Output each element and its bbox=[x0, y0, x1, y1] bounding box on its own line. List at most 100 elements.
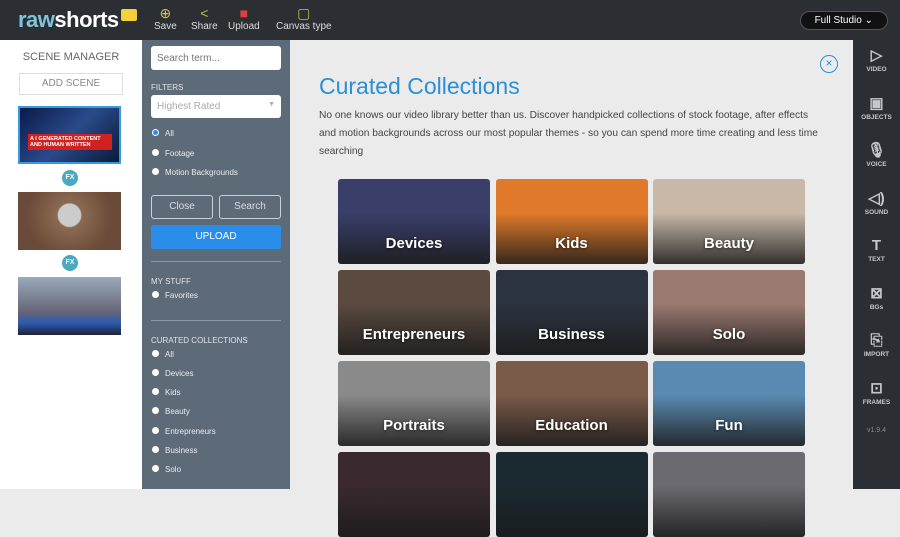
collection-tile[interactable]: Devices bbox=[338, 179, 490, 264]
tool-video[interactable]: ▷ VIDEO bbox=[853, 46, 900, 73]
radio-curated-beauty[interactable]: Beauty bbox=[152, 407, 190, 416]
studio-label: Full Studio bbox=[814, 15, 862, 26]
top-bar: rawshorts ⊕ Save < Share ■ Upload ▢ Canvas t… bbox=[0, 0, 900, 40]
radio-curated-devices[interactable]: Devices bbox=[152, 369, 193, 378]
collection-label: Devices bbox=[385, 235, 443, 252]
radio-curated-business[interactable]: Business bbox=[152, 446, 197, 455]
sort-select[interactable]: Highest Rated ▼ bbox=[151, 95, 281, 118]
collection-label: Portraits bbox=[383, 417, 445, 434]
collection-label: Beauty bbox=[703, 235, 755, 252]
curated-label: CURATED COLLECTIONS bbox=[151, 336, 248, 345]
divider bbox=[151, 320, 281, 321]
save-icon: ⊕ bbox=[159, 5, 172, 21]
scene-thumbnail-2[interactable] bbox=[18, 192, 121, 250]
collection-tile[interactable]: Portraits bbox=[338, 361, 490, 446]
radio-all[interactable]: All bbox=[152, 129, 174, 138]
tool-label: SOUND bbox=[864, 208, 889, 216]
sort-value: Highest Rated bbox=[157, 101, 221, 112]
chevron-down-icon: ⌄ bbox=[864, 15, 873, 26]
collection-label: Kids bbox=[555, 235, 588, 252]
upload-button[interactable]: UPLOAD bbox=[151, 225, 281, 249]
scene-manager-title: SCENE MANAGER bbox=[22, 51, 120, 63]
tool-label: TEXT bbox=[868, 256, 885, 263]
scene-thumbnail-3[interactable] bbox=[18, 277, 121, 335]
save-button[interactable]: ⊕ Save bbox=[154, 5, 177, 32]
tool-label: FRAMES bbox=[862, 398, 891, 406]
bgs-icon: ⊠ bbox=[870, 284, 883, 302]
logo-text-a: raw bbox=[18, 7, 55, 32]
collection-tile[interactable]: Beauty bbox=[653, 179, 805, 264]
tool-label: VIDEO bbox=[866, 66, 887, 73]
studio-dropdown[interactable]: Full Studio ⌄ bbox=[799, 11, 888, 30]
radio-curated-solo[interactable]: Solo bbox=[152, 465, 181, 474]
tool-bgs[interactable]: ⊠ BGs bbox=[853, 284, 900, 311]
curated-collections-panel: Curated Collections × No one knows our v… bbox=[290, 40, 853, 537]
rawshorts-logo[interactable]: rawshorts bbox=[18, 7, 137, 33]
fx-button[interactable]: FX bbox=[62, 170, 78, 186]
collection-tile[interactable] bbox=[653, 452, 805, 537]
collection-label: Education bbox=[535, 417, 608, 434]
tool-import[interactable]: ⎘ IMPORT bbox=[853, 331, 900, 358]
filters-label: FILTERS bbox=[151, 83, 184, 92]
tool-label: IMPORT bbox=[863, 351, 890, 358]
upload-button[interactable]: ■ Upload bbox=[228, 5, 260, 32]
share-button[interactable]: < Share bbox=[191, 5, 218, 32]
tool-text[interactable]: T TEXT bbox=[853, 236, 900, 263]
import-icon: ⎘ bbox=[870, 332, 883, 349]
close-icon[interactable]: × bbox=[820, 55, 838, 73]
tool-objects[interactable]: ▣ OBJECTS bbox=[853, 94, 900, 121]
scene-thumbnail-1[interactable]: A I GENERATED CONTENT AND HUMAN WRITTEN bbox=[18, 106, 121, 164]
collection-tile[interactable]: Entrepreneurs bbox=[338, 270, 490, 355]
share-label: Share bbox=[191, 21, 218, 32]
upload-label: Upload bbox=[228, 21, 260, 32]
text-icon: T bbox=[871, 237, 882, 254]
collection-tile[interactable]: Kids bbox=[495, 179, 648, 264]
collection-tile[interactable]: Solo bbox=[653, 270, 805, 355]
collection-label: Entrepreneurs bbox=[362, 326, 466, 343]
right-toolbar: v1.9.4 ▷ VIDEO ▣ OBJECTS 🎙 VOICE ◁) SOUND T TEXT ⊠… bbox=[853, 40, 900, 489]
page-title: Curated Collections bbox=[319, 73, 520, 99]
collection-tile[interactable]: Education bbox=[495, 361, 648, 446]
tool-label: OBJECTS bbox=[861, 113, 892, 121]
radio-footage[interactable]: Footage bbox=[152, 149, 194, 158]
canvas-icon: ▢ bbox=[297, 5, 311, 21]
search-input[interactable] bbox=[151, 46, 281, 70]
radio-favorites[interactable]: Favorites bbox=[152, 291, 198, 300]
tool-label: BGs bbox=[869, 303, 884, 311]
radio-curated-kids[interactable]: Kids bbox=[152, 388, 181, 397]
tool-sound[interactable]: ◁) SOUND bbox=[853, 189, 900, 216]
scene-manager: SCENE MANAGER ADD SCENE A I GENERATED CO… bbox=[0, 40, 142, 489]
tool-label: VOICE bbox=[866, 161, 887, 168]
close-button[interactable]: Close bbox=[151, 195, 213, 219]
logo-text-b: shorts bbox=[54, 7, 119, 32]
collection-tile[interactable]: Fun bbox=[653, 361, 805, 446]
canvas-type-button[interactable]: ▢ Canvas type bbox=[276, 5, 332, 32]
description: No one knows our video library better th… bbox=[319, 110, 818, 157]
voice-icon: 🎙 bbox=[866, 142, 887, 159]
radio-curated-entrepreneurs[interactable]: Entrepreneurs bbox=[152, 427, 216, 436]
radio-motion-backgrounds[interactable]: Motion Backgrounds bbox=[152, 168, 238, 177]
collection-tile[interactable]: Business bbox=[495, 270, 648, 355]
tool-voice[interactable]: 🎙 VOICE bbox=[853, 141, 900, 168]
sound-icon: ◁) bbox=[868, 189, 885, 207]
canvas-label: Canvas type bbox=[276, 21, 332, 32]
collection-label: Fun bbox=[715, 417, 743, 434]
youtube-icon: ■ bbox=[239, 5, 249, 21]
save-label: Save bbox=[154, 21, 177, 32]
share-icon: < bbox=[200, 5, 209, 21]
fx-button[interactable]: FX bbox=[62, 255, 78, 271]
frames-icon: ⊡ bbox=[870, 379, 883, 397]
logo-chat-icon bbox=[120, 9, 137, 21]
objects-icon: ▣ bbox=[869, 94, 884, 112]
add-scene-button[interactable]: ADD SCENE bbox=[19, 73, 123, 95]
filter-panel: FILTERS Highest Rated ▼ All Footage Motio… bbox=[142, 40, 290, 489]
video-icon: ▷ bbox=[870, 47, 883, 64]
caret-down-icon: ▼ bbox=[268, 101, 275, 108]
version-label: v1.9.4 bbox=[866, 427, 887, 434]
search-button[interactable]: Search bbox=[219, 195, 281, 219]
tool-frames[interactable]: ⊡ FRAMES bbox=[853, 379, 900, 406]
collection-tile[interactable] bbox=[495, 452, 648, 537]
collection-tile[interactable] bbox=[338, 452, 490, 537]
collection-label: Solo bbox=[712, 326, 746, 343]
radio-curated-all[interactable]: All bbox=[152, 350, 174, 359]
